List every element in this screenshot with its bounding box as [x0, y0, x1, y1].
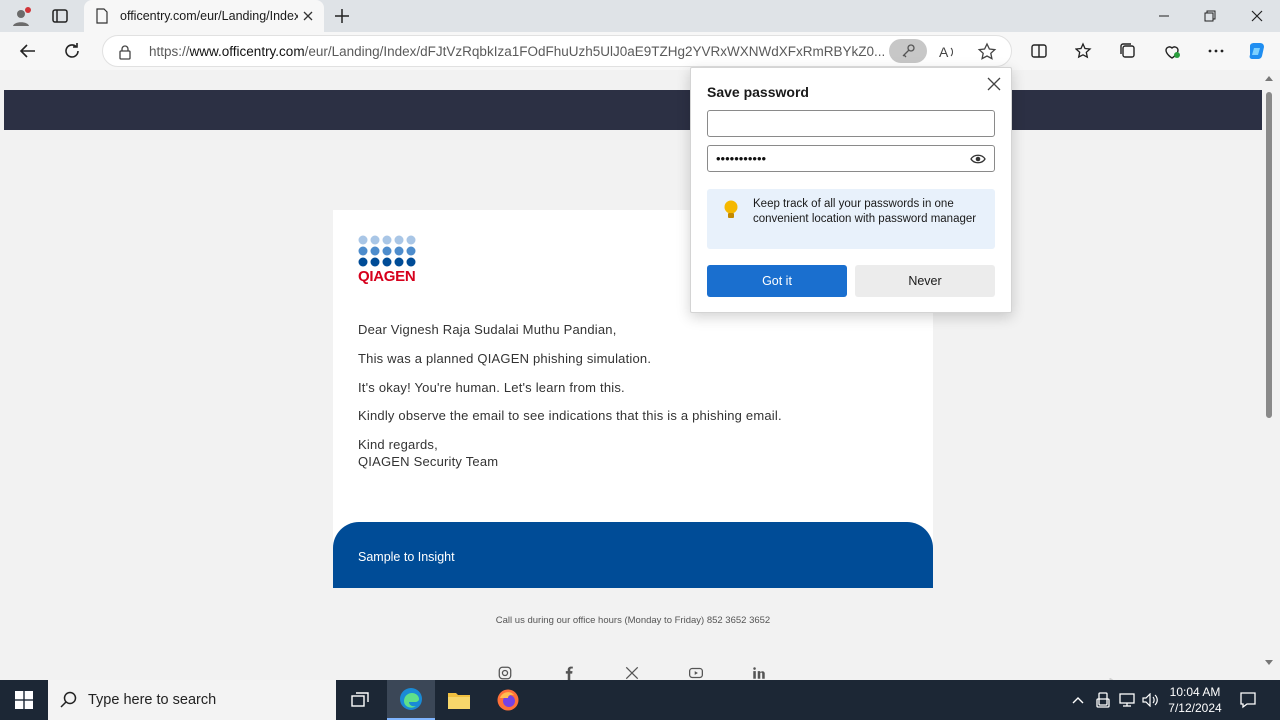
clock-time: 10:04 AM — [1169, 685, 1221, 699]
never-button[interactable]: Never — [855, 265, 995, 297]
logo-wordmark: QIAGEN — [358, 268, 416, 285]
closing-text: Kind regards, — [358, 437, 438, 452]
back-icon[interactable] — [17, 40, 39, 62]
signature-text: QIAGEN Security Team — [358, 454, 499, 469]
url-scheme: https:// — [149, 44, 190, 59]
browser-toolbar: https://www.officentry.com/eur/Landing/I… — [0, 32, 1280, 70]
split-screen-icon[interactable] — [1028, 40, 1050, 62]
page-viewport: QIAGEN Dear Vignesh Raja Sudalai Muthu P… — [0, 70, 1280, 720]
search-icon — [60, 691, 77, 708]
windows-start-icon[interactable] — [0, 680, 48, 720]
lightbulb-icon — [724, 200, 738, 218]
qiagen-logo-dots-icon — [358, 235, 416, 267]
taskbar-clock[interactable]: 10:04 AM 7/12/2024 — [1160, 684, 1230, 716]
clock-date: 7/12/2024 — [1168, 701, 1222, 715]
new-tab-icon[interactable] — [332, 6, 352, 26]
password-value: ••••••••••• — [716, 151, 767, 166]
refresh-icon[interactable] — [61, 40, 83, 62]
favorites-icon[interactable] — [1073, 40, 1095, 62]
collections-icon[interactable] — [1117, 40, 1139, 62]
network-icon[interactable] — [1117, 680, 1137, 720]
message-line-1: This was a planned QIAGEN phishing simul… — [358, 351, 652, 366]
tab-strip: officentry.com/eur/Landing/Index/dFJtVzR… — [0, 0, 1280, 32]
browser-tab[interactable]: officentry.com/eur/Landing/Index/dFJtVzR… — [84, 0, 324, 32]
footer-band: Sample to Insight — [333, 522, 933, 588]
profile-icon[interactable] — [10, 6, 32, 28]
tip-text: Keep track of all your passwords in one … — [753, 198, 977, 225]
linkedin-icon[interactable] — [748, 666, 770, 680]
windows-taskbar: Type here to search 10:04 AM 7/12/2024 — [0, 680, 1280, 720]
svg-text:A: A — [939, 44, 949, 60]
greeting-text: Dear Vignesh Raja Sudalai Muthu Pandian, — [358, 322, 617, 337]
lock-icon[interactable] — [117, 44, 133, 60]
minimize-button[interactable] — [1141, 0, 1187, 32]
tab-actions-icon[interactable] — [50, 6, 70, 26]
volume-icon[interactable] — [1141, 680, 1161, 720]
favorite-star-icon[interactable] — [977, 42, 997, 62]
edge-app-icon[interactable] — [387, 680, 435, 720]
file-explorer-icon[interactable] — [435, 680, 483, 720]
x-icon[interactable] — [621, 666, 643, 680]
firefox-icon[interactable] — [484, 680, 532, 720]
dialog-title: Save password — [707, 84, 809, 100]
url-host: www.officentry.com — [189, 44, 305, 59]
instagram-icon[interactable] — [494, 666, 516, 680]
reveal-password-eye-icon[interactable] — [970, 151, 986, 167]
close-tab-icon[interactable] — [300, 8, 316, 24]
device-icon[interactable] — [1094, 680, 1112, 720]
taskbar-search-box[interactable]: Type here to search — [48, 680, 336, 720]
site-header-bar — [4, 90, 1262, 130]
scroll-thumb[interactable] — [1266, 92, 1272, 418]
url-text[interactable]: https://www.officentry.com/eur/Landing/I… — [149, 44, 885, 59]
facebook-icon[interactable] — [558, 666, 580, 680]
message-line-2: It's okay! You're human. Let's learn fro… — [358, 380, 625, 395]
show-hidden-icons-chevron-icon[interactable] — [1068, 680, 1088, 720]
password-manager-tip: Keep track of all your passwords in one … — [707, 189, 995, 249]
call-us-text: Call us during our office hours (Monday … — [495, 615, 771, 626]
scroll-down-arrow-icon[interactable] — [1265, 660, 1273, 665]
notifications-icon[interactable] — [1236, 680, 1260, 720]
got-it-button[interactable]: Got it — [707, 265, 847, 297]
tab-title: officentry.com/eur/Landing/Index/dFJtVzR… — [120, 9, 298, 23]
page-scrollbar[interactable] — [1262, 70, 1276, 680]
restore-button[interactable] — [1187, 0, 1233, 32]
browser-essentials-icon[interactable] — [1161, 40, 1183, 62]
youtube-icon[interactable] — [685, 666, 707, 680]
close-icon[interactable] — [985, 75, 1003, 93]
more-menu-icon[interactable] — [1205, 40, 1227, 62]
read-aloud-icon[interactable]: A — [937, 42, 957, 62]
copilot-icon[interactable] — [1246, 40, 1268, 62]
task-view-icon[interactable] — [336, 680, 384, 720]
address-bar[interactable]: https://www.officentry.com/eur/Landing/I… — [102, 35, 1012, 67]
scroll-up-arrow-icon[interactable] — [1265, 76, 1273, 81]
qiagen-logo: QIAGEN — [358, 235, 420, 287]
message-line-3: Kindly observe the email to see indicati… — [358, 408, 782, 423]
search-placeholder: Type here to search — [88, 692, 217, 708]
close-window-button[interactable] — [1234, 0, 1280, 32]
page-icon — [96, 8, 108, 24]
password-key-icon[interactable] — [889, 39, 927, 63]
save-password-dialog: Save password ••••••••••• Keep track of … — [690, 67, 1012, 313]
password-field[interactable]: ••••••••••• — [707, 145, 995, 172]
footer-tagline: Sample to Insight — [358, 550, 455, 564]
username-field[interactable] — [707, 110, 995, 137]
url-path: /eur/Landing/Index/dFJtVzRqbkIza1FOdFhuU… — [304, 44, 885, 59]
